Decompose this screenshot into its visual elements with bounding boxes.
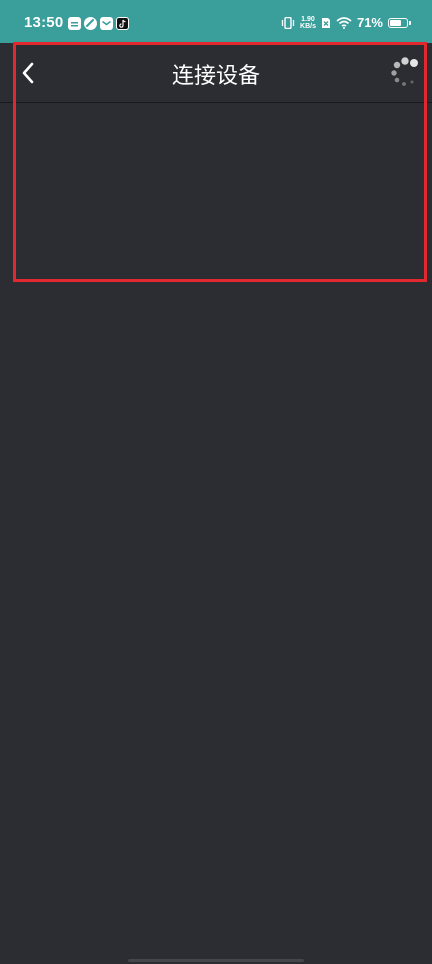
page-title: 连接设备 — [171, 64, 260, 89]
status-right: 1.90 KB/s 71% — [281, 15, 411, 30]
battery-icon — [388, 17, 411, 28]
calendar-icon — [68, 17, 81, 30]
wifi-icon — [336, 16, 352, 29]
tiktok-icon — [116, 17, 129, 30]
link-icon — [84, 17, 97, 30]
vibrate-icon — [281, 16, 295, 29]
device-list-area — [0, 103, 432, 964]
battery-percent: 71% — [356, 15, 383, 30]
network-speed-value: 1.90 — [301, 15, 315, 23]
status-bar: 13:50 1.90 KB/s 71% — [0, 0, 432, 43]
no-sim-icon — [321, 17, 330, 28]
mail-icon — [100, 17, 113, 30]
screen: 13:50 1.90 KB/s 71% 连接设备 — [0, 0, 432, 964]
network-speed-unit: KB/s — [300, 22, 316, 30]
home-indicator[interactable] — [128, 959, 304, 962]
notification-icons — [68, 17, 129, 30]
battery-fill — [390, 19, 401, 26]
app-bar: 连接设备 — [0, 43, 432, 103]
network-speed: 1.90 KB/s — [300, 16, 316, 30]
loading-spinner-icon — [391, 57, 418, 86]
status-time: 13:50 — [24, 14, 64, 31]
